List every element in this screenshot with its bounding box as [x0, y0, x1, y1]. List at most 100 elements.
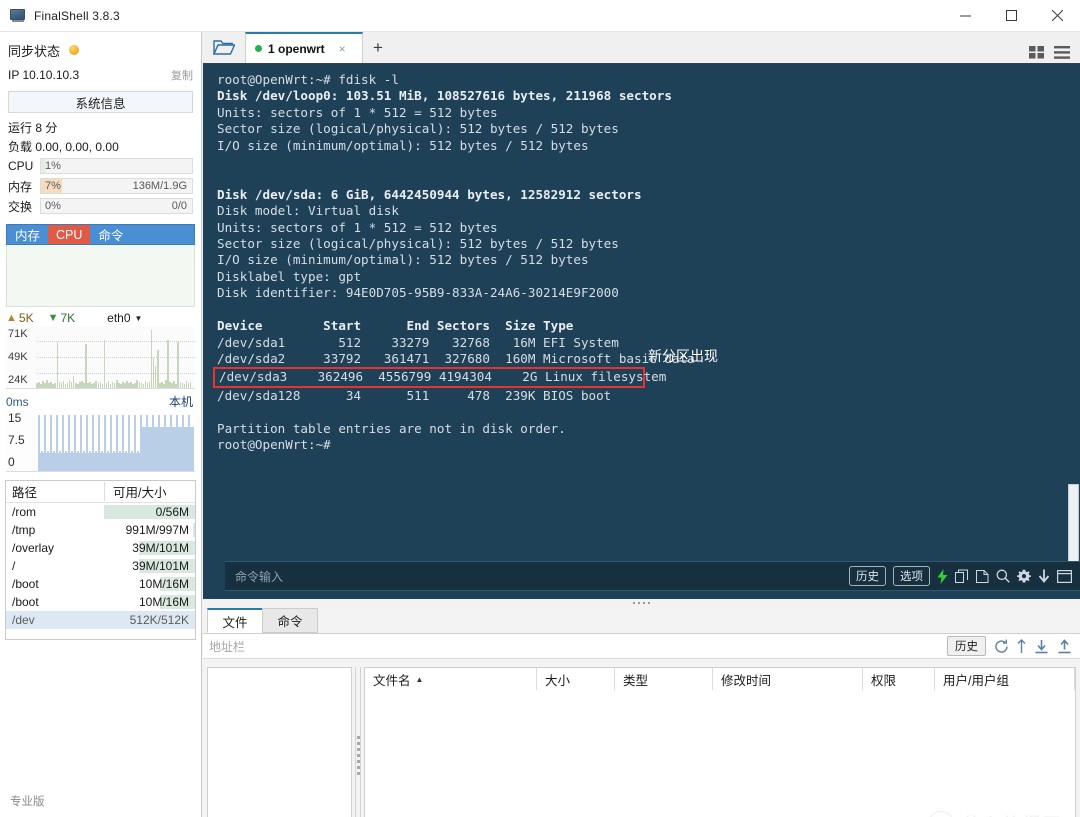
open-folder-icon[interactable]	[203, 32, 245, 63]
disk-table-header: 路径 可用/大小	[6, 481, 195, 503]
close-button[interactable]	[1034, 0, 1080, 32]
list-view-icon[interactable]	[1054, 46, 1070, 59]
copy-ip-button[interactable]: 复制	[171, 67, 193, 83]
ping-bar	[116, 415, 118, 471]
file-panel-splitter[interactable]	[352, 661, 364, 817]
load-average-label: 负载 0.00, 0.00, 0.00	[8, 140, 119, 154]
terminal-line: Units: sectors of 1 * 512 = 512 bytes	[217, 104, 498, 120]
terminal-line: /dev/sda128 34 511 478 239K BIOS boot	[217, 387, 612, 403]
paste-icon[interactable]	[976, 569, 989, 584]
file-history-button[interactable]: 历史	[947, 636, 986, 656]
ping-bar	[98, 415, 100, 471]
meter-bar: 7% 136M/1.9G	[40, 178, 193, 194]
watermark-text: 什么值得买	[962, 810, 1062, 817]
download-icon[interactable]	[1038, 569, 1050, 584]
highlighted-partition-line: /dev/sda3 362496 4556799 4194304 2G Linu…	[213, 367, 666, 388]
file-panel-tab-命令[interactable]: 命令	[262, 608, 318, 633]
column-label: 类型	[623, 673, 649, 688]
download-icon[interactable]	[1034, 639, 1049, 654]
system-info-button[interactable]: 系统信息	[8, 91, 193, 113]
ping-bar	[53, 451, 55, 471]
file-panel-tab-文件[interactable]: 文件	[207, 608, 263, 633]
grid-view-icon[interactable]	[1029, 46, 1045, 59]
ping-bar	[62, 415, 64, 471]
close-tab-icon[interactable]: ×	[339, 42, 346, 56]
meter-percent: 1%	[45, 160, 61, 172]
network-traffic-graph: 71K 49K 24K	[6, 327, 195, 389]
ping-bar	[122, 415, 124, 471]
meter-label: CPU	[8, 159, 34, 173]
up-arrow-icon[interactable]	[1017, 638, 1026, 654]
file-list[interactable]: 文件名 ▲ 大小 类型 修改时间 权限 用户/用户组	[364, 667, 1076, 817]
disk-row[interactable]: /tmp 991M/997M	[6, 521, 195, 539]
disk-size: 39M/101M	[104, 541, 195, 555]
disk-row[interactable]: /boot 10M/16M	[6, 593, 195, 611]
file-column-用户/用户组[interactable]: 用户/用户组	[935, 668, 1075, 690]
directory-tree[interactable]	[207, 667, 353, 817]
terminal-output-area[interactable]: root@OpenWrt:~# fdisk -l Disk /dev/loop0:…	[203, 64, 1080, 599]
network-interface-select[interactable]: eth0 ▼	[107, 311, 142, 325]
terminal-tab[interactable]: 1 openwrt ×	[245, 32, 363, 63]
uptime-label: 运行 8 分	[8, 121, 58, 135]
panel-splitter[interactable]	[203, 599, 1080, 607]
bolt-icon[interactable]	[937, 568, 948, 584]
disk-size: 512K/512K	[129, 613, 189, 627]
file-column-类型[interactable]: 类型	[615, 668, 713, 690]
disk-usage-table: 路径 可用/大小 /rom 0/56M/tmp 991M/997M/overlay 3…	[5, 480, 196, 640]
terminal-tab-label: 1 openwrt	[268, 41, 325, 56]
disk-col-path: 路径	[12, 486, 38, 500]
terminal-line: Disk identifier: 94E0D705-95B9-833A-24A6…	[217, 285, 619, 301]
disk-row[interactable]: /rom 0/56M	[6, 503, 195, 521]
connection-status-icon	[255, 45, 262, 52]
disk-row[interactable]: /boot 10M/16M	[6, 575, 195, 593]
maximize-button[interactable]	[988, 0, 1034, 32]
column-label: 大小	[545, 673, 571, 688]
gear-icon[interactable]	[1017, 569, 1031, 583]
main-area: 1 openwrt × + root@OpenWrt:~# fdisk -l D…	[203, 32, 1080, 817]
chart-tab-CPU[interactable]: CPU	[48, 225, 91, 244]
file-panel-body: 文件名 ▲ 大小 类型 修改时间 权限 用户/用户组	[203, 661, 1080, 817]
copy-icon[interactable]	[955, 569, 969, 584]
terminal-line: Disklabel type: gpt	[217, 268, 362, 284]
disk-row[interactable]: / 39M/101M	[6, 557, 195, 575]
terminal-line: /dev/sda3 362496 4556799 4194304 2G Linu…	[213, 367, 1080, 388]
chart-tab-内存[interactable]: 内存	[7, 225, 48, 244]
search-icon[interactable]	[996, 569, 1010, 583]
ping-bar	[59, 451, 61, 471]
net-axis-tick: 49K	[8, 351, 28, 363]
ping-bar	[131, 451, 133, 471]
address-bar[interactable]: 地址栏 历史	[203, 633, 1080, 659]
ping-bar	[56, 415, 58, 471]
disk-row[interactable]: /dev 512K/512K	[6, 611, 195, 629]
file-column-修改时间[interactable]: 修改时间	[713, 668, 863, 690]
file-column-文件名[interactable]: 文件名 ▲	[365, 668, 537, 690]
minimize-button[interactable]	[942, 0, 988, 32]
refresh-icon[interactable]	[994, 639, 1009, 654]
command-input-bar[interactable]: 命令输入 历史 选项	[225, 561, 1080, 591]
app-logo-icon	[10, 8, 26, 23]
file-column-大小[interactable]: 大小	[537, 668, 615, 690]
ping-bar	[86, 415, 88, 471]
disk-size: 991M/997M	[104, 523, 195, 537]
ping-bar	[38, 415, 40, 471]
ping-bar	[92, 415, 94, 471]
window-icon[interactable]	[1057, 569, 1072, 583]
command-history-button[interactable]: 历史	[849, 566, 886, 586]
chart-tab-命令[interactable]: 命令	[90, 225, 131, 244]
command-options-button[interactable]: 选项	[893, 566, 930, 586]
net-bar	[103, 340, 106, 388]
terminal-line: root@OpenWrt:~#	[217, 436, 331, 452]
meter-detail: 0/0	[171, 200, 187, 212]
download-rate-label: 7K	[60, 311, 76, 325]
disk-row[interactable]: /overlay 39M/101M	[6, 539, 195, 557]
disk-path: /	[12, 559, 16, 573]
new-tab-button[interactable]: +	[363, 32, 393, 63]
net-axis-tick: 71K	[8, 328, 28, 340]
disk-col-size: 可用/大小	[104, 482, 195, 501]
file-column-权限[interactable]: 权限	[863, 668, 935, 690]
ping-bar	[137, 451, 139, 471]
ping-bar	[77, 451, 79, 471]
meter-row-交换: 交换 0% 0/0	[0, 196, 201, 216]
upload-icon[interactable]	[1057, 638, 1072, 654]
